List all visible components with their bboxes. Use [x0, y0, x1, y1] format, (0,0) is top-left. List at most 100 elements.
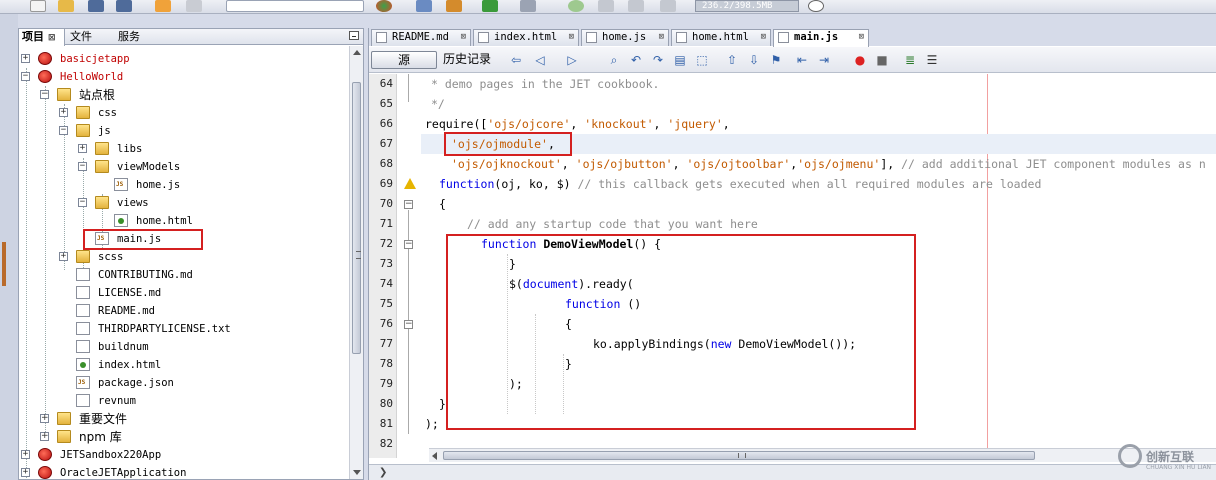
expand-toggle[interactable]: + — [59, 108, 68, 117]
fold-toggle[interactable]: − — [404, 320, 413, 329]
code-keyword: function — [439, 177, 495, 191]
code-text: , — [672, 157, 687, 171]
close-icon[interactable]: ⊠ — [461, 30, 466, 45]
tab-index-html[interactable]: index.html ⊠ — [473, 29, 579, 46]
code-string: 'ojs/ojknockout' — [451, 157, 562, 171]
grip-icon — [356, 251, 361, 259]
save-all-icon[interactable] — [116, 0, 132, 12]
record-macro-icon[interactable]: ● — [853, 53, 867, 67]
tab-projects[interactable]: 项目 ⊠ — [19, 29, 65, 46]
config-dropdown[interactable] — [226, 0, 364, 12]
expand-toggle[interactable]: − — [40, 90, 49, 99]
find-icon[interactable]: ⌕ — [607, 53, 621, 67]
new-file-icon[interactable] — [30, 0, 46, 12]
editor-horizontal-scrollbar[interactable] — [429, 448, 1216, 462]
close-icon[interactable]: ⊠ — [859, 30, 864, 45]
close-icon[interactable]: ⊠ — [659, 30, 664, 45]
tree-label: npm 库 — [79, 430, 122, 444]
code-area[interactable]: * demo pages in the JET cookbook. */ req… — [421, 74, 1216, 458]
expand-toggle[interactable]: + — [40, 414, 49, 423]
run-icon[interactable] — [482, 0, 498, 12]
undo-icon[interactable] — [155, 0, 171, 12]
code-text: , — [561, 157, 576, 171]
toggle-bookmark-icon[interactable]: ⚑ — [769, 53, 783, 67]
tree-label: HelloWorld — [60, 71, 124, 83]
panel-tabs: 项目 ⊠ 文件 服务 — [19, 29, 363, 46]
close-icon[interactable]: ⊠ — [48, 33, 56, 43]
stop-macro-icon[interactable]: ■ — [875, 53, 889, 67]
save-icon[interactable] — [88, 0, 104, 12]
expand-toggle[interactable]: + — [21, 468, 30, 477]
shift-right-icon[interactable]: ⇥ — [817, 53, 831, 67]
debug-icon[interactable] — [520, 0, 536, 12]
back-icon[interactable]: ◁ — [533, 53, 547, 67]
expand-toggle[interactable]: − — [21, 72, 30, 81]
expand-toggle[interactable]: − — [59, 126, 68, 135]
minimize-icon[interactable] — [349, 31, 359, 40]
tree-label: css — [98, 107, 117, 119]
last-edit-icon[interactable]: ⇦ — [509, 53, 523, 67]
comment-icon[interactable]: ≣ — [903, 53, 917, 67]
shift-left-icon[interactable]: ⇤ — [795, 53, 809, 67]
line-number: 65 — [379, 97, 393, 110]
tab-label: 服务 — [118, 30, 140, 43]
fold-line — [408, 74, 409, 102]
scroll-left-icon[interactable] — [432, 452, 437, 460]
expand-toggle[interactable]: + — [21, 450, 30, 459]
fold-column: − − − — [397, 74, 419, 458]
editor-toolbar: 源 历史记录 ⇦ ◁ ▷ ⌕ ↶ ↷ ▤ ⬚ ⇧ ⇩ ⚑ ⇤ ⇥ ● ■ ≣ ☰ — [369, 47, 1216, 73]
expand-toggle[interactable]: + — [78, 144, 87, 153]
source-button[interactable]: 源 — [371, 51, 437, 69]
tab-label: README.md — [392, 31, 449, 43]
browser-icon[interactable] — [376, 0, 392, 12]
expand-toggle[interactable]: + — [59, 252, 68, 261]
js-file-icon — [114, 178, 128, 191]
clean-build-icon[interactable] — [446, 0, 462, 12]
file-icon — [76, 268, 90, 281]
toggle-highlight-icon[interactable]: ▤ — [673, 53, 687, 67]
tree-label: revnum — [98, 395, 136, 407]
tab-readme-md[interactable]: README.md ⊠ — [371, 29, 471, 46]
build-icon[interactable] — [416, 0, 432, 12]
tab-home-html[interactable]: home.html ⊠ — [671, 29, 771, 46]
warning-icon[interactable] — [404, 178, 416, 189]
tab-files[interactable]: 文件 — [67, 29, 113, 45]
prev-bookmark-icon[interactable]: ⇧ — [725, 53, 739, 67]
fold-toggle[interactable]: − — [404, 240, 413, 249]
pause-icon[interactable] — [598, 0, 614, 12]
uncomment-icon[interactable]: ☰ — [925, 53, 939, 67]
output-toggle-icon[interactable]: ❯ — [379, 467, 387, 478]
scroll-thumb[interactable] — [352, 82, 361, 354]
memory-meter[interactable]: 236.2/398.5MB — [695, 0, 799, 12]
close-icon[interactable]: ⊠ — [569, 30, 574, 45]
forward-icon[interactable]: ▷ — [565, 53, 579, 67]
next-bookmark-icon[interactable]: ⇩ — [747, 53, 761, 67]
gc-icon[interactable] — [808, 0, 824, 12]
tree-label: home.js — [136, 179, 181, 191]
expand-toggle[interactable]: − — [78, 198, 87, 207]
find-next-icon[interactable]: ↷ — [651, 53, 665, 67]
expand-toggle[interactable]: + — [21, 54, 30, 63]
tab-home-js[interactable]: home.js ⊠ — [581, 29, 669, 46]
tab-services[interactable]: 服务 — [115, 29, 161, 45]
redo-icon[interactable] — [186, 0, 202, 12]
tree-vertical-scrollbar[interactable] — [349, 46, 363, 479]
profile-icon[interactable] — [568, 0, 584, 12]
expand-toggle[interactable]: + — [40, 432, 49, 441]
close-icon[interactable]: ⊠ — [761, 30, 766, 45]
project-icon — [38, 70, 52, 83]
rect-select-icon[interactable]: ⬚ — [695, 53, 709, 67]
open-project-icon[interactable] — [58, 0, 74, 12]
project-icon — [38, 52, 52, 65]
find-previous-icon[interactable]: ↶ — [629, 53, 643, 67]
history-button[interactable]: 历史记录 — [441, 51, 493, 69]
tree-label: scss — [98, 251, 124, 263]
expand-toggle[interactable]: − — [78, 162, 87, 171]
scroll-thumb[interactable] — [443, 451, 1035, 460]
scroll-down-icon[interactable] — [353, 470, 361, 475]
apply-changes-icon[interactable] — [628, 0, 644, 12]
stop-icon[interactable] — [660, 0, 676, 12]
tab-main-js[interactable]: main.js ⊠ — [773, 29, 869, 47]
fold-toggle[interactable]: − — [404, 200, 413, 209]
scroll-up-icon[interactable] — [353, 50, 361, 55]
